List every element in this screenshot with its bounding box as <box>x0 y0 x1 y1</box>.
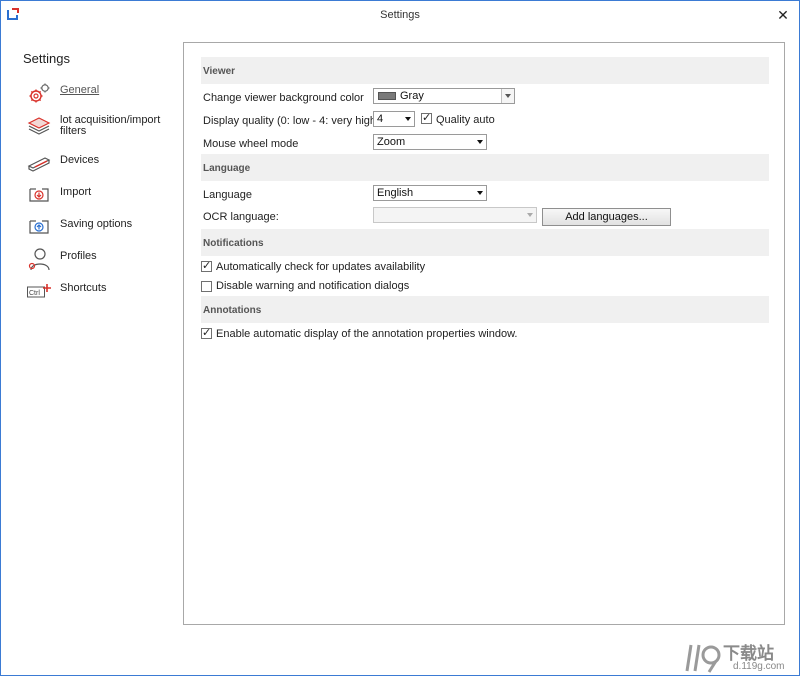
ctrl-key-icon: Ctrl <box>27 284 51 298</box>
sidebar-item-label: General <box>60 84 100 96</box>
disable-warnings-label: Disable warning and notification dialogs <box>216 280 410 292</box>
ocr-language-label: OCR language: <box>203 211 279 223</box>
window-title: Settings <box>380 9 420 21</box>
chevron-down-icon <box>501 89 514 103</box>
auto-check-updates-label: Automatically check for updates availabi… <box>216 261 426 273</box>
sidebar-item-shortcuts[interactable]: Ctrl Shortcuts <box>25 277 175 305</box>
gears-icon <box>29 83 50 103</box>
section-heading: Annotations <box>203 305 262 316</box>
wheel-mode-dropdown[interactable]: Zoom <box>373 134 487 150</box>
sidebar-item-label: Devices <box>60 154 100 166</box>
language-dropdown[interactable]: English <box>373 185 487 201</box>
title-bar: Settings ✕ <box>1 1 799 29</box>
quality-auto-checkbox[interactable] <box>421 111 432 124</box>
color-swatch <box>378 92 396 100</box>
section-annotations: Annotations <box>201 296 769 323</box>
stack-icon <box>27 117 51 135</box>
disable-warnings-checkbox[interactable] <box>201 281 212 292</box>
svg-text:Ctrl: Ctrl <box>29 290 40 297</box>
section-heading: Language <box>203 163 251 174</box>
settings-window: Settings ✕ Settings General lot acquisit… <box>0 0 800 676</box>
bg-color-label: Change viewer background color <box>203 92 364 104</box>
sidebar-item-label: Profiles <box>60 250 97 262</box>
chevron-down-icon <box>477 191 483 195</box>
sidebar-item-import-filters[interactable]: lot acquisition/import filters <box>25 113 175 141</box>
language-label: Language <box>203 189 252 201</box>
chevron-down-icon <box>477 140 483 144</box>
profile-icon <box>28 248 50 271</box>
wheel-mode-value: Zoom <box>377 136 406 148</box>
site-watermark: 下载站 d.119g.com <box>681 639 799 675</box>
section-heading: Viewer <box>203 66 236 77</box>
sidebar-title: Settings <box>23 51 70 66</box>
ocr-language-dropdown[interactable] <box>373 207 537 223</box>
watermark-url: d.119g.com <box>733 661 785 672</box>
close-button[interactable]: ✕ <box>773 5 793 25</box>
sidebar-item-general[interactable]: General <box>25 79 175 107</box>
sidebar-item-profiles[interactable]: Profiles <box>25 245 175 273</box>
import-icon <box>29 188 49 202</box>
section-language: Language <box>201 154 769 181</box>
sidebar-item-import[interactable]: Import <box>25 181 175 209</box>
quality-dropdown[interactable]: 4 <box>373 111 415 127</box>
sidebar-item-devices[interactable]: Devices <box>25 149 175 177</box>
chevron-down-icon <box>527 213 533 217</box>
sidebar-item-label: Import <box>60 186 92 198</box>
section-viewer: Viewer <box>201 57 769 84</box>
scanner-icon <box>27 157 51 172</box>
section-heading: Notifications <box>203 238 264 249</box>
bg-color-value: Gray <box>400 90 424 102</box>
quality-value: 4 <box>377 113 384 125</box>
annotation-display-checkbox[interactable] <box>201 326 212 339</box>
section-notifications: Notifications <box>201 229 769 256</box>
quality-auto-label: Quality auto <box>436 114 495 126</box>
quality-label: Display quality (0: low - 4: very high) <box>203 115 380 127</box>
sidebar-item-saving-options[interactable]: Saving options <box>25 213 175 241</box>
bg-color-dropdown[interactable]: Gray <box>373 88 515 104</box>
watermark-logo-icon <box>685 644 721 673</box>
wheel-mode-label: Mouse wheel mode <box>203 138 299 150</box>
language-value: English <box>377 187 414 199</box>
sidebar-item-label: lot acquisition/import filters <box>60 114 161 137</box>
annotation-display-label: Enable automatic display of the annotati… <box>216 328 518 340</box>
sidebar-item-label: Saving options <box>60 218 133 230</box>
chevron-down-icon <box>405 117 411 121</box>
add-languages-button[interactable]: Add languages... <box>542 208 671 226</box>
settings-panel: Viewer Change viewer background color Gr… <box>183 42 785 625</box>
auto-check-updates-checkbox[interactable] <box>201 259 212 272</box>
save-icon <box>29 220 49 234</box>
sidebar-item-label: Shortcuts <box>60 282 107 294</box>
